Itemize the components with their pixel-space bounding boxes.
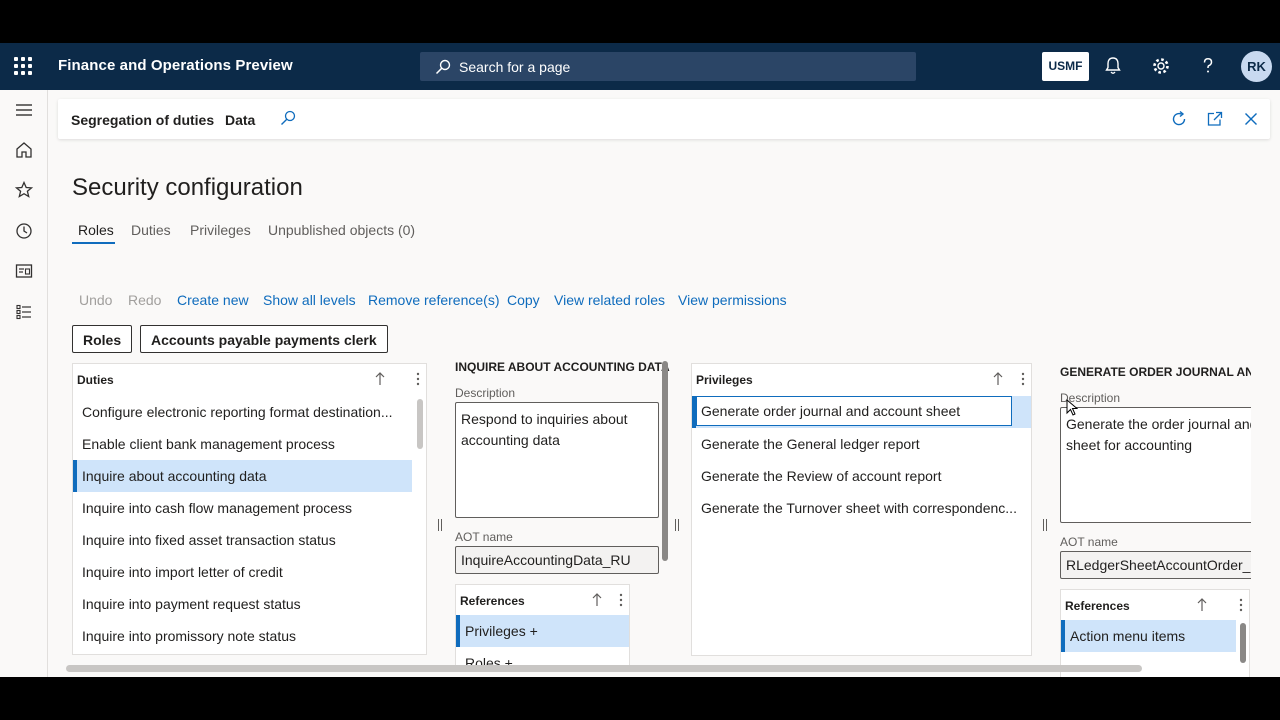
bell-icon[interactable] <box>1102 55 1126 79</box>
list-item[interactable]: Enable client bank management process <box>73 428 412 460</box>
duty-aot-label: AOT name <box>455 530 513 544</box>
create-new-button[interactable]: Create new <box>177 292 249 308</box>
avatar[interactable]: RK <box>1241 51 1272 82</box>
tab-duties[interactable]: Duties <box>131 222 171 238</box>
panel-splitter[interactable] <box>1043 519 1047 531</box>
duties-scrollbar[interactable] <box>417 399 423 449</box>
privilege-detail: GENERATE ORDER JOURNAL AND A Description… <box>1060 358 1251 677</box>
list-item-selected[interactable]: Inquire about accounting data <box>73 460 412 492</box>
sort-arrow-icon[interactable] <box>1195 597 1209 613</box>
duty-description-label: Description <box>455 386 516 400</box>
view-related-roles-button[interactable]: View related roles <box>554 292 665 308</box>
roles-crumb-button[interactable]: Roles <box>72 325 133 353</box>
privileges-panel: Privileges Generate order journal and ac… <box>691 363 1032 656</box>
active-tab-indicator <box>72 242 115 244</box>
duty-references-panel: References Privileges + Roles + <box>455 584 630 666</box>
privilege-detail-title: GENERATE ORDER JOURNAL AND A <box>1060 365 1251 379</box>
page-breadcrumb: Segregation of duties <box>71 112 215 128</box>
list-item[interactable]: Configure electronic reporting format de… <box>73 396 412 428</box>
list-item[interactable]: Inquire into cash flow management proces… <box>73 492 412 524</box>
action-search-icon[interactable] <box>279 109 299 129</box>
duties-panel: Duties Configure electronic reporting fo… <box>72 363 427 655</box>
action-pane: Segregation of duties Data <box>58 99 1270 139</box>
app-launcher-icon[interactable] <box>14 57 33 76</box>
list-item[interactable]: Inquire into promissory note status <box>73 620 412 652</box>
sort-arrow-icon[interactable] <box>991 371 1005 387</box>
page-title: Security configuration <box>72 174 303 201</box>
more-options-icon[interactable] <box>1234 597 1248 613</box>
remove-references-button[interactable]: Remove reference(s) <box>368 292 500 308</box>
data-tab[interactable]: Data <box>225 112 255 128</box>
tab-unpublished-objects[interactable]: Unpublished objects (0) <box>268 222 415 238</box>
page-search-box[interactable]: Search for a page <box>420 52 916 81</box>
refresh-icon[interactable] <box>1169 109 1189 129</box>
panel-splitter[interactable] <box>675 519 679 531</box>
close-icon[interactable] <box>1241 109 1261 129</box>
more-options-icon[interactable] <box>614 592 628 608</box>
privilege-references-panel: References Action menu items <box>1060 589 1250 677</box>
privilege-description-field[interactable]: Generate the order journal and sheet for… <box>1060 407 1251 523</box>
reference-item-selected[interactable]: Privileges + <box>456 615 629 647</box>
list-item[interactable]: Generate the Review of account report <box>692 460 1031 492</box>
duties-header: Duties <box>73 364 426 394</box>
role-crumb-button[interactable]: Accounts payable payments clerk <box>140 325 388 353</box>
modules-list-icon[interactable] <box>14 302 34 322</box>
app-title[interactable]: Finance and Operations Preview <box>58 57 293 74</box>
app-window: Finance and Operations Preview Search fo… <box>0 43 1280 677</box>
privileges-header: Privileges <box>692 364 1031 394</box>
sort-arrow-icon[interactable] <box>373 371 387 387</box>
view-permissions-button[interactable]: View permissions <box>678 292 787 308</box>
open-new-window-icon[interactable] <box>1205 109 1225 129</box>
undo-button[interactable]: Undo <box>79 292 112 308</box>
company-picker[interactable]: USMF <box>1042 52 1089 81</box>
duty-aot-name-field[interactable]: InquireAccountingData_RU <box>455 546 659 574</box>
list-item[interactable]: Inquire into payment request status <box>73 588 412 620</box>
privilege-aot-label: AOT name <box>1060 535 1118 549</box>
duty-references-header: References <box>456 585 629 615</box>
list-item[interactable]: Inquire into fixed asset transaction sta… <box>73 524 412 556</box>
tab-privileges[interactable]: Privileges <box>190 222 251 238</box>
workspaces-icon[interactable] <box>14 261 34 281</box>
more-options-icon[interactable] <box>411 371 425 387</box>
panel-splitter[interactable] <box>438 519 442 531</box>
favorites-star-icon[interactable] <box>14 180 34 200</box>
list-item[interactable]: Inquire into import letter of credit <box>73 556 412 588</box>
sort-arrow-icon[interactable] <box>590 592 604 608</box>
mouse-cursor-icon <box>1066 399 1078 416</box>
search-placeholder: Search for a page <box>459 59 571 75</box>
references-scrollbar[interactable] <box>1240 623 1246 663</box>
list-item[interactable]: Generate the Turnover sheet with corresp… <box>692 492 1031 524</box>
focused-row[interactable]: Generate order journal and account sheet <box>696 396 1012 426</box>
top-bar: Finance and Operations Preview Search fo… <box>0 43 1280 90</box>
help-icon[interactable] <box>1197 55 1221 79</box>
reference-item-selected[interactable]: Action menu items <box>1061 620 1236 652</box>
privileges-header-label: Privileges <box>696 373 753 387</box>
copy-button[interactable]: Copy <box>507 292 540 308</box>
detail-scrollbar[interactable] <box>662 361 668 561</box>
left-navigation <box>0 90 48 677</box>
list-item[interactable]: Generate the General ledger report <box>692 428 1031 460</box>
recent-clock-icon[interactable] <box>14 221 34 241</box>
horizontal-scrollbar[interactable] <box>66 665 1142 672</box>
duty-references-label: References <box>460 594 525 608</box>
reference-item[interactable]: Roles + <box>456 647 629 665</box>
list-item-selected[interactable]: Generate order journal and account sheet <box>692 396 1031 428</box>
duty-detail-title: INQUIRE ABOUT ACCOUNTING DATA <box>455 360 670 374</box>
tab-roles[interactable]: Roles <box>78 222 114 238</box>
duty-description-field[interactable]: Respond to inquiries about accounting da… <box>455 402 659 518</box>
show-all-levels-button[interactable]: Show all levels <box>263 292 356 308</box>
privilege-references-label: References <box>1065 599 1130 613</box>
gear-icon[interactable] <box>1150 55 1174 79</box>
duties-header-label: Duties <box>77 373 114 387</box>
privilege-references-header: References <box>1061 590 1249 620</box>
redo-button[interactable]: Redo <box>128 292 161 308</box>
more-options-icon[interactable] <box>1016 371 1030 387</box>
home-icon[interactable] <box>14 140 34 160</box>
privilege-aot-name-field[interactable]: RLedgerSheetAccountOrder_Ge <box>1060 551 1251 579</box>
search-icon <box>435 59 451 75</box>
hamburger-menu-icon[interactable] <box>14 100 34 120</box>
